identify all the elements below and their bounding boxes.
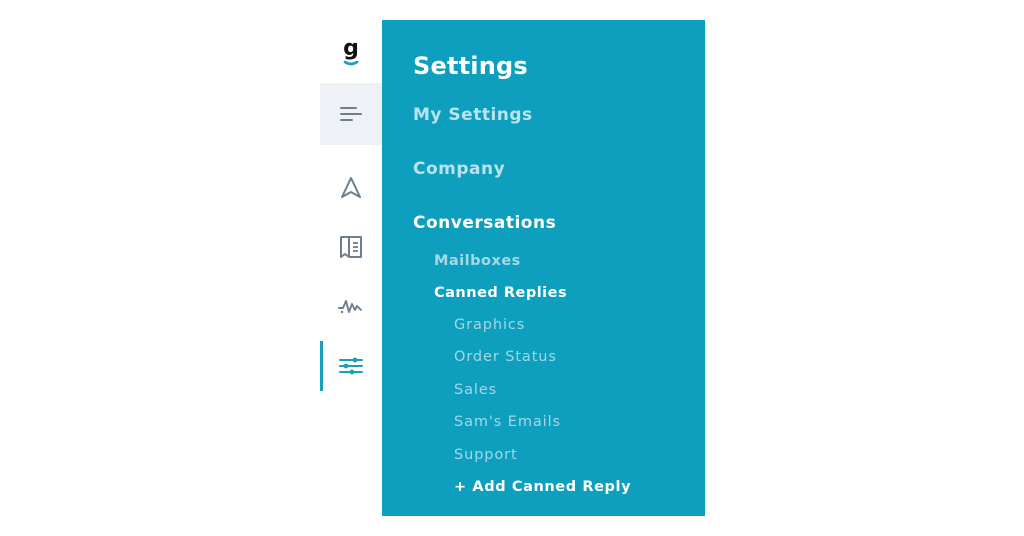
nav-send-button[interactable] — [320, 168, 382, 208]
canned-reply-item[interactable]: Order Status — [454, 349, 557, 365]
hamburger-menu-button[interactable] — [320, 83, 382, 145]
paper-plane-icon — [341, 177, 361, 198]
nav-company[interactable]: Company — [413, 159, 505, 179]
canned-reply-item[interactable]: Sam's Emails — [454, 414, 561, 430]
nav-conversations[interactable]: Conversations — [413, 213, 556, 233]
activity-pulse-icon — [338, 300, 362, 314]
canned-reply-item[interactable]: Sales — [454, 382, 497, 398]
nav-settings-button[interactable] — [320, 346, 382, 386]
logo-g-icon: g — [343, 36, 359, 66]
app-logo[interactable]: g — [338, 36, 364, 66]
settings-panel: Settings My Settings Company Conversatio… — [382, 20, 705, 516]
svg-text:g: g — [343, 36, 359, 61]
nav-docs-button[interactable] — [320, 227, 382, 267]
nav-mailboxes[interactable]: Mailboxes — [434, 253, 521, 269]
hamburger-menu-icon — [340, 107, 362, 121]
canned-reply-item[interactable]: Support — [454, 447, 518, 463]
icon-rail: g — [320, 20, 382, 516]
nav-my-settings[interactable]: My Settings — [413, 105, 533, 125]
sliders-settings-icon — [339, 357, 363, 375]
book-icon — [340, 236, 362, 258]
canned-reply-item[interactable]: Graphics — [454, 317, 525, 333]
app-window: g Settings My Settings Company Conversat… — [0, 0, 1024, 536]
nav-reports-button[interactable] — [320, 286, 382, 326]
panel-title: Settings — [413, 52, 528, 80]
nav-canned-replies[interactable]: Canned Replies — [434, 285, 567, 301]
add-canned-reply-link[interactable]: + Add Canned Reply — [454, 479, 631, 495]
